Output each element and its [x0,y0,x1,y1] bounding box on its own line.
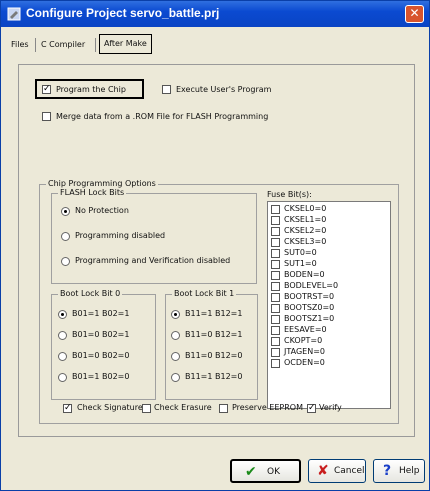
b11-1-b12-0-radio[interactable] [171,373,180,382]
fuse-bits-list[interactable]: CKSEL0=0 CKSEL1=0 CKSEL2=0 CKSEL3=0 SUT0… [267,201,391,409]
b01-0-b02-0-label[interactable]: B01=0 B02=0 [72,351,129,361]
program-chip-label[interactable]: Program the Chip [56,85,126,95]
wrench-app-icon [7,7,21,21]
fuse-checkbox[interactable] [271,304,280,313]
b01-0-b02-0-radio[interactable] [58,352,67,361]
b01-0-b02-1-label[interactable]: B01=0 B02=1 [72,330,129,340]
fuse-checkbox[interactable] [271,271,280,280]
fuse-label: BODLEVEL=0 [284,281,339,290]
cancel-label: Cancel [334,466,365,476]
no-protection-label[interactable]: No Protection [75,206,129,216]
x-icon: ✘ [317,463,329,479]
fuse-label: JTAGEN=0 [284,347,325,356]
program-chip-checkbox[interactable]: ✓ [42,85,51,94]
b11-1-b12-1-radio[interactable] [171,310,180,319]
execute-program-checkbox[interactable] [162,85,171,94]
fuse-label: CKSEL0=0 [284,204,327,213]
title-bar[interactable]: Configure Project servo_battle.prj ✕ [1,1,429,27]
tab-files[interactable]: Files [7,36,33,54]
fuse-checkbox[interactable] [271,348,280,357]
fuse-label: BOOTRST=0 [284,292,335,301]
fuse-label: BODEN=0 [284,270,325,279]
fuse-label: CKSEL2=0 [284,226,327,235]
check-signature-label[interactable]: Check Signature [77,403,143,413]
no-protection-radio[interactable] [61,207,70,216]
programming-disabled-radio[interactable] [61,232,70,241]
fuse-checkbox[interactable] [271,337,280,346]
b01-1-b02-0-radio[interactable] [58,373,67,382]
fuse-checkbox[interactable] [271,326,280,335]
fuse-checkbox[interactable] [271,293,280,302]
help-label: Help [399,466,420,476]
window-title: Configure Project servo_battle.prj [26,6,220,20]
b01-1-b02-0-label[interactable]: B01=1 B02=0 [72,372,129,382]
configure-project-dialog: Configure Project servo_battle.prj ✕ Fil… [0,0,430,491]
programming-verification-disabled-label[interactable]: Programming and Verification disabled [75,256,230,266]
fuse-checkbox[interactable] [271,260,280,269]
fuse-label: CKSEL1=0 [284,215,327,224]
verify-checkbox[interactable]: ✓ [307,404,316,413]
fuse-checkbox[interactable] [271,315,280,324]
fuse-label: EESAVE=0 [284,325,327,334]
b01-0-b02-1-radio[interactable] [58,331,67,340]
fuse-checkbox[interactable] [271,282,280,291]
tab-c-compiler[interactable]: C Compiler [37,36,89,54]
b11-1-b12-0-label[interactable]: B11=1 B12=0 [185,372,242,382]
b11-0-b12-1-label[interactable]: B11=0 B12=1 [185,330,242,340]
fuse-checkbox[interactable] [271,205,280,214]
fuse-label: BOOTSZ0=0 [284,303,335,312]
fuse-checkbox[interactable] [271,238,280,247]
verify-label[interactable]: Verify [319,403,342,413]
flash-lock-bits-title: FLASH Lock Bits [58,188,127,198]
programming-verification-disabled-radio[interactable] [61,257,70,266]
close-button[interactable]: ✕ [405,5,424,23]
help-button[interactable]: ? Help [373,459,425,483]
b01-1-b02-1-label[interactable]: B01=1 B02=1 [72,309,129,319]
execute-program-label[interactable]: Execute User's Program [176,85,271,95]
merge-rom-checkbox[interactable] [42,112,51,121]
check-erasure-label[interactable]: Check Erasure [154,403,212,413]
ok-button[interactable]: ✔ OK [230,459,301,483]
fuse-checkbox[interactable] [271,249,280,258]
fuse-bits-title: Fuse Bit(s): [267,190,312,199]
b11-0-b12-0-radio[interactable] [171,352,180,361]
fuse-label: SUT1=0 [284,259,317,268]
tab-divider [95,38,96,52]
cancel-button[interactable]: ✘ Cancel [308,459,366,483]
boot-lock-bit1-title: Boot Lock Bit 1 [172,289,237,299]
fuse-checkbox[interactable] [271,227,280,236]
b11-0-b12-0-label[interactable]: B11=0 B12=0 [185,351,242,361]
merge-rom-label[interactable]: Merge data from a .ROM File for FLASH Pr… [56,112,268,122]
boot-lock-bit0-title: Boot Lock Bit 0 [58,289,123,299]
tab-after-make[interactable]: After Make [99,34,152,54]
fuse-label: BOOTSZ1=0 [284,314,335,323]
b01-1-b02-1-radio[interactable] [58,310,67,319]
fuse-label: SUT0=0 [284,248,317,257]
fuse-label: OCDEN=0 [284,358,325,367]
fuse-label: CKOPT=0 [284,336,323,345]
fuse-checkbox[interactable] [271,216,280,225]
check-erasure-checkbox[interactable] [142,404,151,413]
programming-disabled-label[interactable]: Programming disabled [75,231,165,241]
b11-0-b12-1-radio[interactable] [171,331,180,340]
fuse-label: CKSEL3=0 [284,237,327,246]
fuse-checkbox[interactable] [271,359,280,368]
b11-1-b12-1-label[interactable]: B11=1 B12=1 [185,309,242,319]
ok-label: OK [267,467,280,477]
checkmark-icon: ✔ [245,464,257,480]
preserve-eeprom-label[interactable]: Preserve EEPROM [232,403,303,413]
check-signature-checkbox[interactable]: ✓ [63,404,72,413]
tab-divider [35,38,36,52]
preserve-eeprom-checkbox[interactable] [219,404,228,413]
question-icon: ? [383,463,392,479]
